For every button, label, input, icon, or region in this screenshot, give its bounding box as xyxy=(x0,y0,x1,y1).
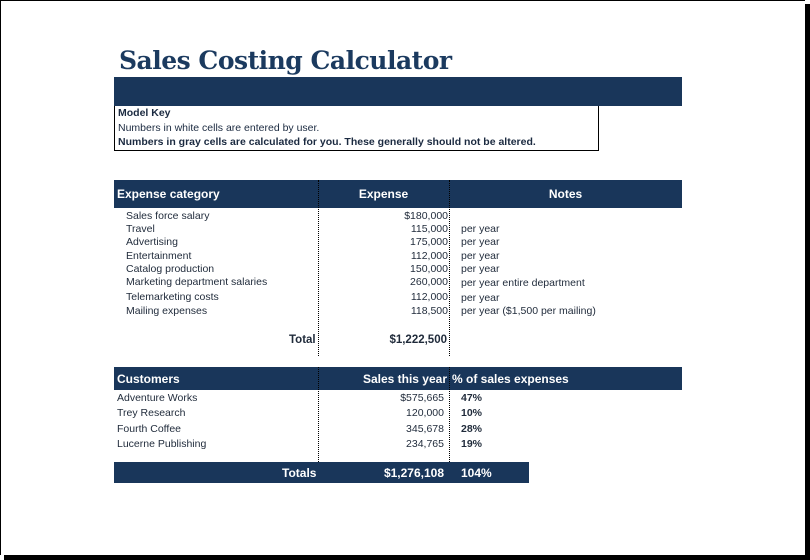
expense-value-cell[interactable]: 175,000 xyxy=(340,236,448,248)
expense-value-cell[interactable]: 112,000 xyxy=(340,250,448,262)
customer-pct-cell: 19% xyxy=(461,438,483,450)
customer-sales-cell[interactable]: 345,678 xyxy=(340,423,444,435)
totals-label: Totals xyxy=(282,466,317,480)
expense-category-cell: Sales force salary xyxy=(126,210,210,222)
expense-notes-cell[interactable]: per year xyxy=(461,223,500,235)
header-sales-this-year: Sales this year xyxy=(362,372,447,386)
totals-pct: 104% xyxy=(461,466,492,480)
customer-pct-cell: 47% xyxy=(461,392,483,404)
header-expense: Expense xyxy=(358,187,409,201)
expense-value-cell[interactable]: $180,000 xyxy=(340,210,448,222)
customers-table-header: Customers Sales this year % of sales exp… xyxy=(114,367,682,390)
expense-value-cell[interactable]: 260,000 xyxy=(340,276,448,288)
customer-name-cell[interactable]: Trey Research xyxy=(117,407,185,419)
expense-total-label: Total xyxy=(289,334,316,346)
expense-value-cell[interactable]: 118,500 xyxy=(340,305,448,317)
customer-name-cell[interactable]: Adventure Works xyxy=(117,392,197,404)
customer-sales-cell[interactable]: 234,765 xyxy=(340,438,444,450)
customer-pct-cell: 10% xyxy=(461,407,483,419)
expense-table-header: Expense category Expense Notes xyxy=(114,180,682,208)
header-pct-sales-expenses: % of sales expenses xyxy=(452,372,569,386)
totals-sales: $1,276,108 xyxy=(383,466,444,480)
expense-notes-cell[interactable]: per year ($1,500 per mailing) xyxy=(461,305,596,317)
expense-category-cell: Mailing expenses xyxy=(126,305,208,317)
expense-notes-cell[interactable]: per year xyxy=(461,236,500,248)
expense-notes-cell[interactable]: per year xyxy=(461,263,500,275)
header-customers: Customers xyxy=(117,372,180,386)
expense-category-cell: Entertainment xyxy=(126,250,192,262)
page-shadow-bottom xyxy=(4,555,810,560)
expense-value-cell[interactable]: 115,000 xyxy=(340,223,448,235)
customers-col-divider-2 xyxy=(449,367,450,462)
expense-total-value: $1,222,500 xyxy=(389,334,447,346)
header-expense-category: Expense category xyxy=(117,187,220,201)
customers-totals-bar: Totals $1,276,108 104% xyxy=(114,462,529,483)
model-key-line-gray: Numbers in gray cells are calculated for… xyxy=(118,136,536,148)
customer-name-cell[interactable]: Fourth Coffee xyxy=(117,423,181,435)
header-notes: Notes xyxy=(548,187,583,201)
expense-value-cell[interactable]: 150,000 xyxy=(340,263,448,275)
page-shadow-right xyxy=(805,4,810,560)
expense-notes-cell[interactable]: per year xyxy=(461,250,500,262)
customer-sales-cell[interactable]: $575,665 xyxy=(340,392,444,404)
expense-category-cell: Marketing department salaries xyxy=(126,276,268,288)
customer-pct-cell: 28% xyxy=(461,423,483,435)
model-key-line-white: Numbers in white cells are entered by us… xyxy=(118,121,320,134)
title-band xyxy=(114,77,682,106)
customers-col-divider-1 xyxy=(318,367,319,462)
model-key-box: Model Key Numbers in white cells are ent… xyxy=(114,106,599,151)
page-title: Sales Costing Calculator xyxy=(119,46,452,75)
customer-name-cell[interactable]: Lucerne Publishing xyxy=(117,438,206,450)
expense-category-cell: Advertising xyxy=(126,236,178,248)
expense-category-cell: Telemarketing costs xyxy=(126,291,219,303)
expense-category-cell: Catalog production xyxy=(126,263,215,275)
expense-category-cell: Travel xyxy=(126,223,155,235)
expense-notes-cell[interactable]: per year xyxy=(461,292,500,304)
model-key-title: Model Key xyxy=(118,107,171,119)
expense-col-divider-2 xyxy=(449,180,450,356)
customer-sales-cell[interactable]: 120,000 xyxy=(340,407,444,419)
expense-col-divider-1 xyxy=(318,180,319,356)
expense-notes-cell[interactable]: per year entire department xyxy=(461,277,585,289)
expense-value-cell[interactable]: 112,000 xyxy=(340,291,448,303)
